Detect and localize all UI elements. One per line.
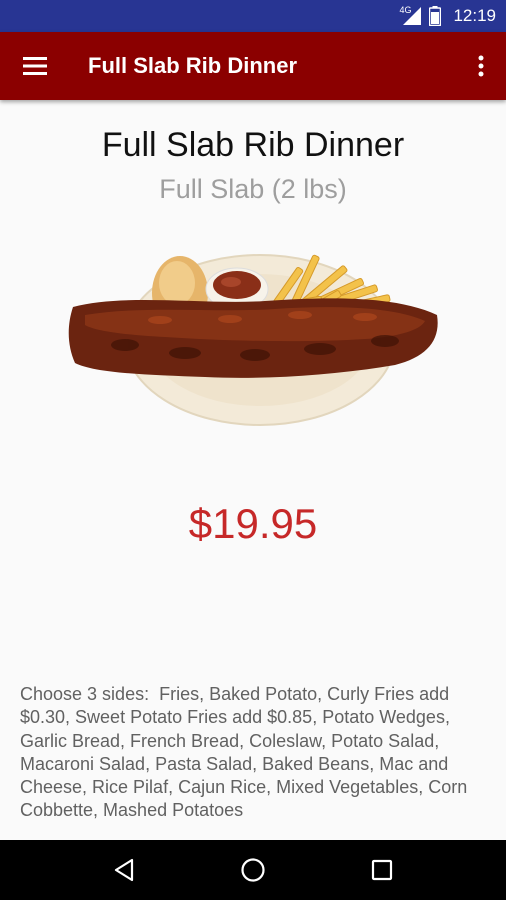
- navigation-bar: [0, 840, 506, 900]
- item-detail: Full Slab Rib Dinner Full Slab (2 lbs) $…: [0, 100, 506, 840]
- menu-icon: [23, 57, 47, 75]
- recents-button[interactable]: [352, 840, 412, 900]
- app-bar-title: Full Slab Rib Dinner: [88, 53, 298, 78]
- recents-icon: [371, 859, 392, 881]
- overflow-menu-icon: [478, 55, 484, 77]
- app-bar: Full Slab Rib Dinner: [0, 32, 506, 100]
- overflow-menu-button[interactable]: [456, 32, 506, 100]
- item-price: $19.95: [188, 500, 318, 547]
- back-icon: [115, 858, 134, 882]
- back-button[interactable]: [94, 840, 154, 900]
- rib-dinner-photo: [68, 254, 438, 426]
- item-portion: Full Slab (2 lbs): [159, 174, 347, 204]
- battery-icon: [429, 6, 442, 26]
- home-icon: [241, 858, 265, 882]
- signal-icon: 4G: [399, 5, 422, 25]
- menu-button[interactable]: [0, 32, 70, 100]
- clock: 12:19: [453, 6, 496, 25]
- item-title: Full Slab Rib Dinner: [101, 126, 405, 164]
- network-type: 4G: [399, 5, 412, 15]
- home-button[interactable]: [223, 840, 283, 900]
- status-bar: 4G 12:19: [0, 0, 506, 32]
- item-description: Choose 3 sides: Fries, Baked Potato, Cur…: [20, 684, 473, 821]
